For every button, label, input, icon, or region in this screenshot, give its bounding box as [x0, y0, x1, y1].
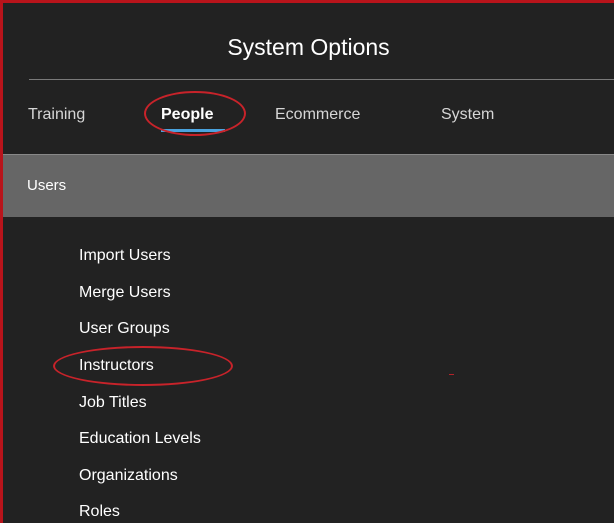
menu-item-education-levels[interactable]: Education Levels [79, 429, 201, 449]
people-tab-highlight-circle [144, 91, 246, 136]
menu-item-merge-users[interactable]: Merge Users [79, 283, 171, 303]
tab-system[interactable]: System [441, 105, 494, 125]
menu-item-roles[interactable]: Roles [79, 502, 120, 522]
menu-item-organizations[interactable]: Organizations [79, 466, 178, 486]
instructors-highlight-circle [53, 346, 233, 386]
menu-item-user-groups[interactable]: User Groups [79, 319, 170, 339]
tab-ecommerce[interactable]: Ecommerce [275, 105, 360, 125]
stray-mark [449, 374, 454, 375]
section-title: Users [27, 177, 67, 194]
menu-item-import-users[interactable]: Import Users [79, 246, 171, 266]
header-divider [29, 79, 614, 80]
page-title: System Options [227, 34, 390, 60]
system-options-panel: System Options Training People Ecommerce… [0, 0, 614, 523]
menu-item-job-titles[interactable]: Job Titles [79, 393, 147, 413]
users-section-header[interactable]: Users [3, 154, 614, 217]
panel-header: System Options [3, 3, 614, 81]
tab-bar: Training People Ecommerce System [3, 81, 614, 154]
tab-training[interactable]: Training [28, 105, 85, 125]
users-menu: Import Users Merge Users User Groups Ins… [3, 217, 614, 523]
